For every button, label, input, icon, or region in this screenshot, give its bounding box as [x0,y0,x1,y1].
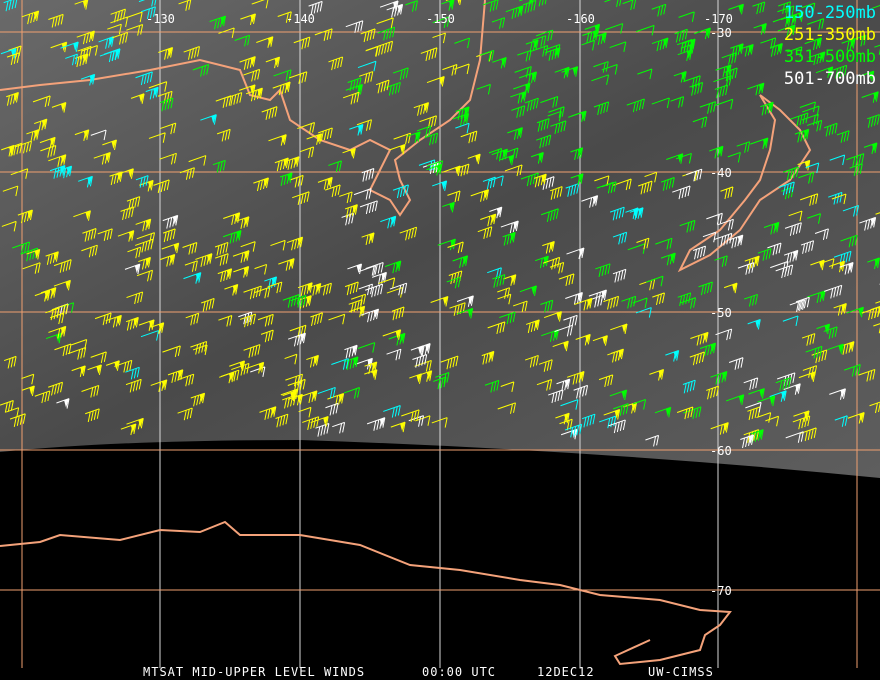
longitude-label: -130 [146,12,175,26]
latitude-label: -40 [710,166,732,180]
legend-item-501-700: 501-700mb [783,69,876,89]
latitude-label: -50 [710,306,732,320]
coast-antarctica [0,520,732,666]
latitude-label: -30 [710,26,732,40]
latitude-label: -70 [710,584,732,598]
legend-item-351-500: 351-500mb [783,47,876,67]
longitude-label: -140 [286,12,315,26]
legend-item-251-350: 251-350mb [783,25,876,45]
wind-map: 150-250mb 251-350mb 351-500mb 501-700mb … [0,0,880,680]
longitude-label: -160 [566,12,595,26]
product-title: MTSAT MID-UPPER LEVEL WINDS [143,665,366,679]
satellite-image [0,0,880,668]
pressure-legend: 150-250mb 251-350mb 351-500mb 501-700mb [784,2,876,90]
source-label: UW-CIMSS [648,665,714,679]
time-label: 00:00 UTC [422,665,497,679]
latitude-label: -60 [710,444,732,458]
longitude-label: -150 [426,12,455,26]
longitude-label: -170 [704,12,733,26]
legend-item-150-250: 150-250mb [783,3,876,23]
date-label: 12DEC12 [537,665,595,679]
